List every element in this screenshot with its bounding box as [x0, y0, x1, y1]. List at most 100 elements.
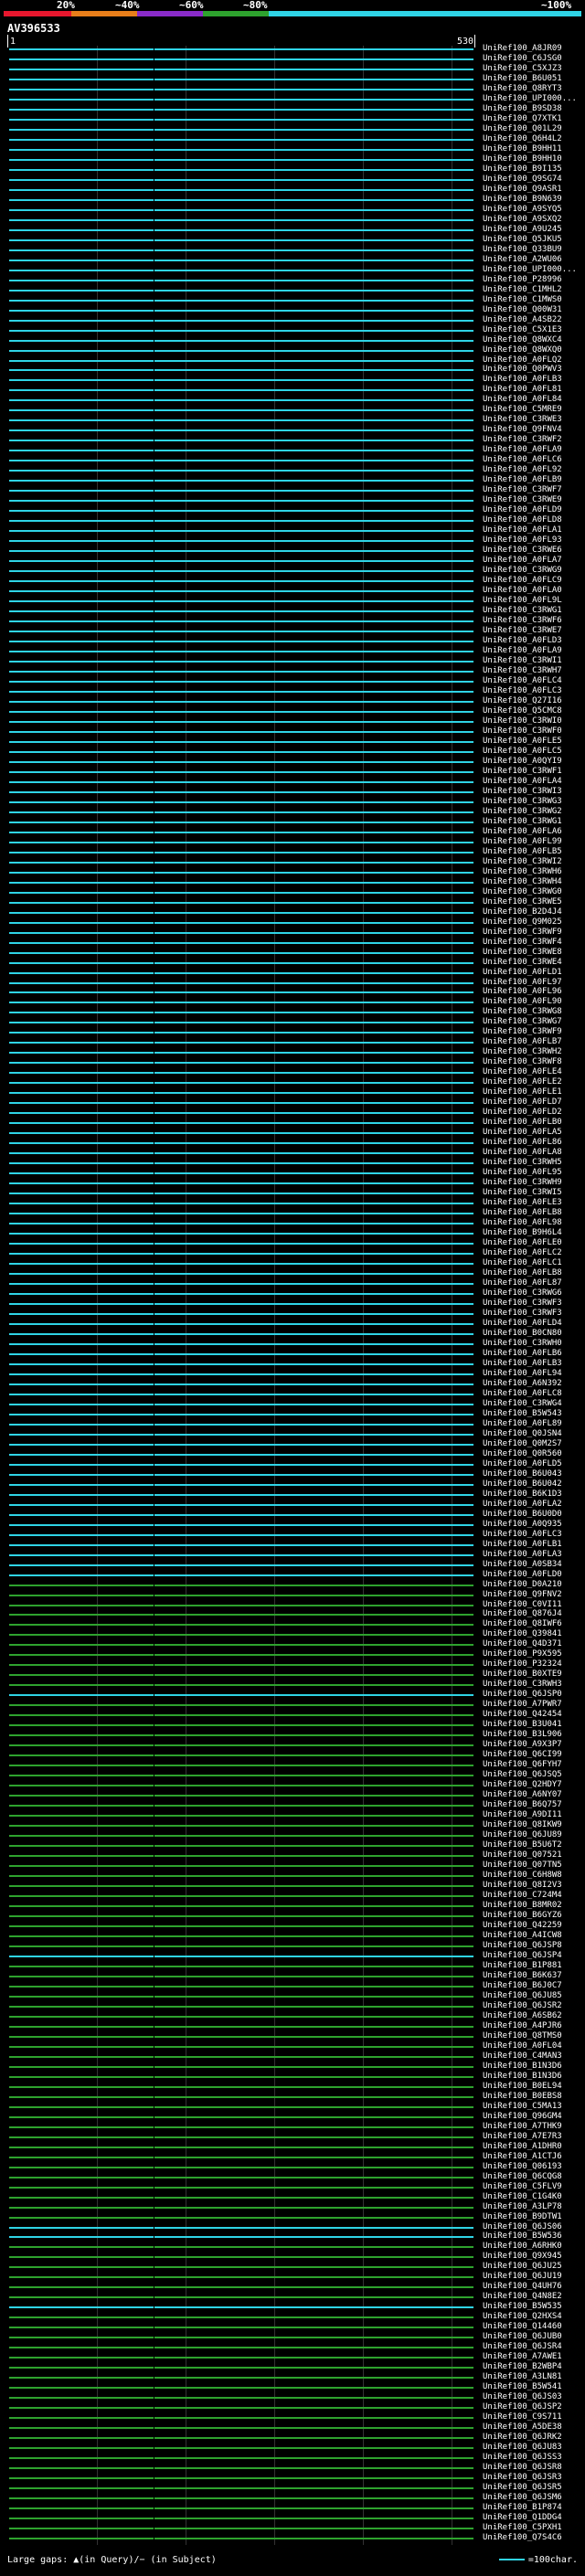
hit-row[interactable]: UniRef100_Q2HDY7: [0, 1781, 585, 1789]
hit-label[interactable]: UniRef100_A1DHR0: [483, 2142, 562, 2151]
hit-bar[interactable]: [9, 1213, 473, 1215]
hit-bar[interactable]: [9, 369, 473, 372]
hit-row[interactable]: UniRef100_Q4D371: [0, 1640, 585, 1648]
hit-bar[interactable]: [9, 1895, 473, 1898]
hit-label[interactable]: UniRef100_Q4D371: [483, 1640, 562, 1648]
hit-row[interactable]: UniRef100_P9X595: [0, 1650, 585, 1659]
hit-row[interactable]: UniRef100_B6K1D3: [0, 1489, 585, 1499]
hit-bar[interactable]: [9, 440, 473, 442]
hit-row[interactable]: UniRef100_Q6JS06: [0, 2222, 585, 2231]
hit-label[interactable]: UniRef100_A0FLA2: [483, 1500, 562, 1509]
hit-row[interactable]: UniRef100_A0FLA0: [0, 587, 585, 595]
hit-row[interactable]: UniRef100_A0FL90: [0, 998, 585, 1006]
hit-row[interactable]: UniRef100_B9N639: [0, 195, 585, 204]
hit-bar[interactable]: [9, 319, 473, 322]
hit-row[interactable]: UniRef100_P28996: [0, 275, 585, 284]
hit-bar[interactable]: [9, 981, 473, 984]
hit-row[interactable]: UniRef100_C724M4: [0, 1892, 585, 1900]
hit-bar[interactable]: [9, 851, 473, 853]
hit-label[interactable]: UniRef100_B8MR02: [483, 1902, 562, 1910]
hit-label[interactable]: UniRef100_UPI000...: [483, 94, 577, 103]
hit-label[interactable]: UniRef100_A0FLA1: [483, 526, 562, 535]
hit-row[interactable]: UniRef100_Q6JSR3: [0, 2474, 585, 2482]
hit-row[interactable]: UniRef100_Q9FNV2: [0, 1590, 585, 1599]
hit-bar[interactable]: [9, 1995, 473, 1998]
hit-bar[interactable]: [9, 1855, 473, 1858]
hit-label[interactable]: UniRef100_Q7XTK1: [483, 114, 562, 123]
hit-row[interactable]: UniRef100_A0FLD0: [0, 1570, 585, 1579]
hit-row[interactable]: UniRef100_Q2HXS4: [0, 2313, 585, 2321]
hit-row[interactable]: UniRef100_B1P881: [0, 1961, 585, 1970]
hit-bar[interactable]: [9, 2407, 473, 2410]
hit-row[interactable]: UniRef100_Q96GM4: [0, 2112, 585, 2121]
hit-bar[interactable]: [9, 148, 473, 151]
hit-bar[interactable]: [9, 1463, 473, 1466]
hit-row[interactable]: UniRef100_A0FLA9: [0, 446, 585, 454]
hit-row[interactable]: UniRef100_A3LN81: [0, 2373, 585, 2381]
hit-bar[interactable]: [9, 1905, 473, 1908]
hit-label[interactable]: UniRef100_A0FLB6: [483, 1349, 562, 1358]
hit-label[interactable]: UniRef100_A2WU06: [483, 255, 562, 264]
hit-row[interactable]: UniRef100_C3RWF9: [0, 1028, 585, 1036]
hit-bar[interactable]: [9, 720, 473, 723]
hit-label[interactable]: UniRef100_A0Q935: [483, 1520, 562, 1529]
hit-row[interactable]: UniRef100_Q0M2S7: [0, 1439, 585, 1448]
hit-bar[interactable]: [9, 1694, 473, 1697]
hit-row[interactable]: UniRef100_Q6H4L2: [0, 134, 585, 143]
hit-bar[interactable]: [9, 560, 473, 563]
hit-bar[interactable]: [9, 2286, 473, 2289]
hit-row[interactable]: UniRef100_A0FLB1: [0, 1540, 585, 1549]
hit-label[interactable]: UniRef100_A0FLB3: [483, 1359, 562, 1368]
hit-bar[interactable]: [9, 1924, 473, 1927]
hit-row[interactable]: UniRef100_Q6JUB0: [0, 2333, 585, 2341]
hit-row[interactable]: UniRef100_A0FLB8: [0, 1269, 585, 1277]
hit-row[interactable]: UniRef100_C9S711: [0, 2413, 585, 2422]
hit-label[interactable]: UniRef100_Q6JSP2: [483, 2403, 562, 2412]
hit-bar[interactable]: [9, 1403, 473, 1405]
hit-bar[interactable]: [9, 2357, 473, 2359]
hit-row[interactable]: UniRef100_Q5JKU5: [0, 235, 585, 244]
hit-row[interactable]: UniRef100_C3RWG4: [0, 1399, 585, 1408]
hit-label[interactable]: UniRef100_A0FL89: [483, 1419, 562, 1428]
hit-row[interactable]: UniRef100_A0FL89: [0, 1419, 585, 1428]
hit-bar[interactable]: [9, 1523, 473, 1526]
hit-row[interactable]: UniRef100_C3RWF0: [0, 726, 585, 736]
hit-row[interactable]: UniRef100_A0FLB3: [0, 1359, 585, 1368]
hit-bar[interactable]: [9, 631, 473, 633]
hit-row[interactable]: UniRef100_C6H8W8: [0, 1871, 585, 1880]
hit-bar[interactable]: [9, 359, 473, 362]
hit-row[interactable]: UniRef100_Q876J4: [0, 1610, 585, 1618]
hit-row[interactable]: UniRef100_C3RWG0: [0, 887, 585, 896]
hit-row[interactable]: UniRef100_C3RWG7: [0, 1018, 585, 1026]
hit-row[interactable]: UniRef100_B3U041: [0, 1721, 585, 1729]
hit-bar[interactable]: [9, 1042, 473, 1044]
hit-label[interactable]: UniRef100_A0FLB7: [483, 1038, 562, 1046]
hit-row[interactable]: UniRef100_A9SXQ2: [0, 215, 585, 224]
hit-bar[interactable]: [9, 1122, 473, 1125]
hit-label[interactable]: UniRef100_Q6JSR8: [483, 2464, 562, 2472]
hit-label[interactable]: UniRef100_A0FL97: [483, 978, 562, 987]
hit-bar[interactable]: [9, 1724, 473, 1727]
hit-label[interactable]: UniRef100_A0FLA6: [483, 827, 562, 836]
hit-label[interactable]: UniRef100_Q8I2V3: [483, 1882, 562, 1890]
hit-label[interactable]: UniRef100_C4MAN3: [483, 2051, 562, 2061]
hit-row[interactable]: UniRef100_Q4N8E2: [0, 2293, 585, 2301]
hit-row[interactable]: UniRef100_C3RWG2: [0, 807, 585, 816]
hit-bar[interactable]: [9, 1453, 473, 1456]
hit-row[interactable]: UniRef100_A9DI11: [0, 1811, 585, 1819]
hit-row[interactable]: UniRef100_A7AWE1: [0, 2353, 585, 2361]
hit-row[interactable]: UniRef100_A9X3P7: [0, 1741, 585, 1749]
hit-label[interactable]: UniRef100_Q0R560: [483, 1449, 562, 1458]
hit-bar[interactable]: [9, 1714, 473, 1717]
hit-bar[interactable]: [9, 671, 473, 673]
hit-bar[interactable]: [9, 2507, 473, 2510]
hit-row[interactable]: UniRef100_A0FL92: [0, 466, 585, 474]
hit-label[interactable]: UniRef100_Q6JU19: [483, 2273, 562, 2281]
hit-label[interactable]: UniRef100_C3RWH3: [483, 1680, 562, 1689]
hit-bar[interactable]: [9, 1815, 473, 1818]
hit-label[interactable]: UniRef100_B6U051: [483, 74, 562, 83]
hit-bar[interactable]: [9, 770, 473, 773]
hit-row[interactable]: UniRef100_Q33BU9: [0, 245, 585, 254]
hit-bar[interactable]: [9, 1062, 473, 1065]
hit-row[interactable]: UniRef100_C3RWH9: [0, 1179, 585, 1187]
